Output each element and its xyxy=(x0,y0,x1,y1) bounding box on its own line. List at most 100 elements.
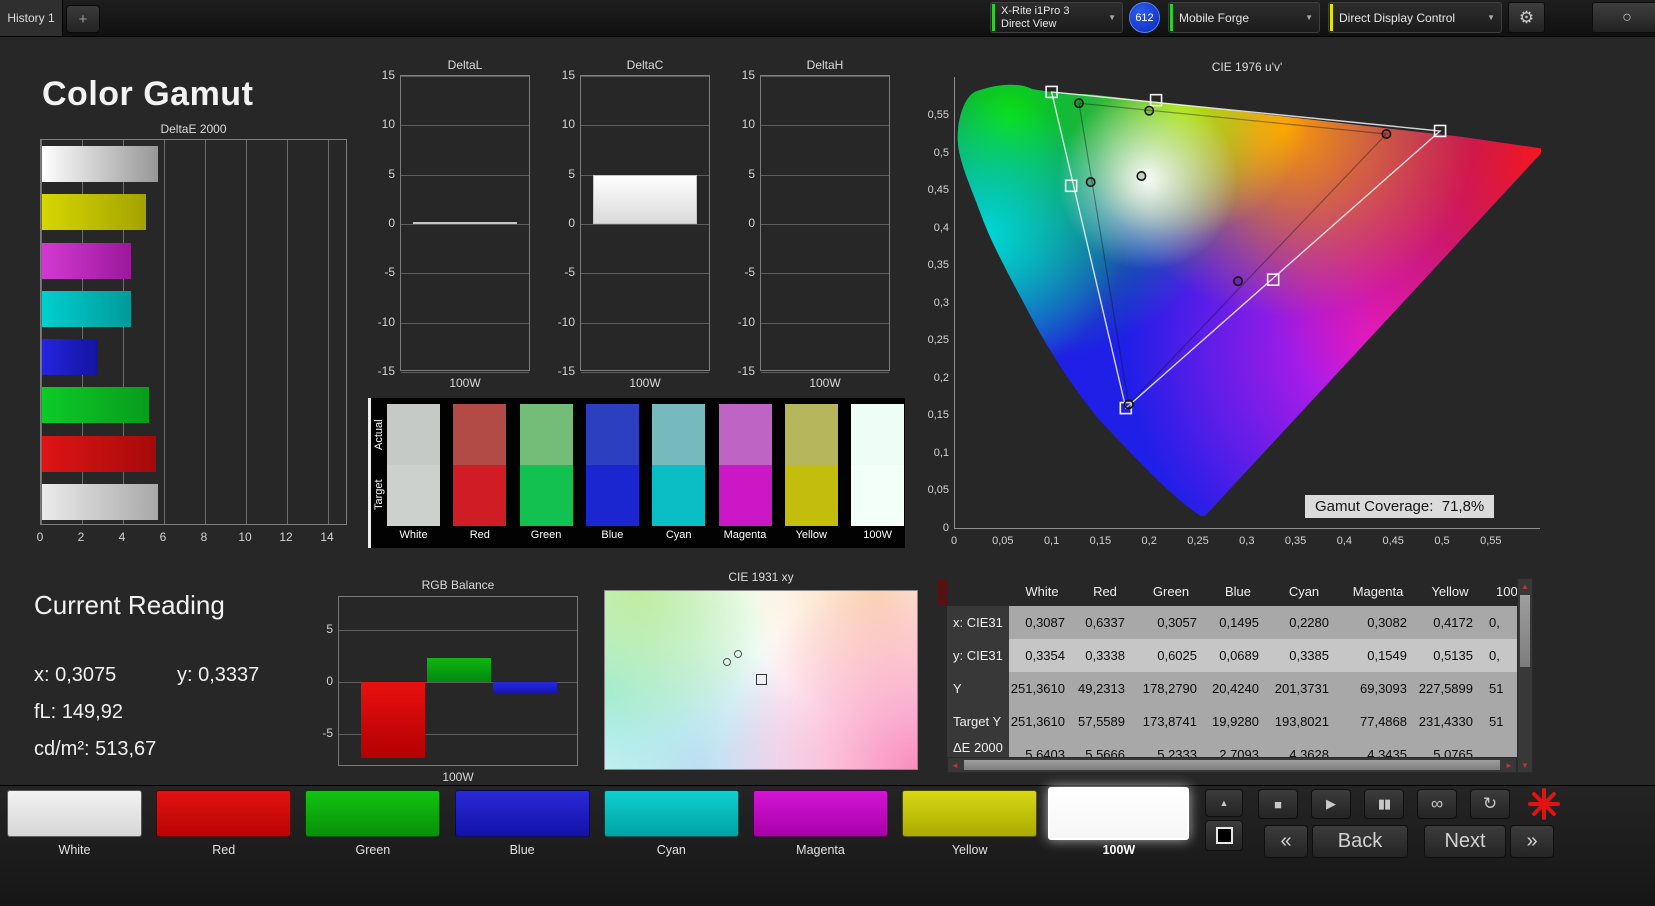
deltaH-axis-tick: 5 xyxy=(748,166,755,181)
fl-value: 149,92 xyxy=(61,701,123,723)
deltaL-axis-tick: 10 xyxy=(381,117,395,132)
table-header-cell xyxy=(947,578,1009,606)
patch-button-green[interactable]: Green xyxy=(298,786,447,864)
patch-button-white[interactable]: White xyxy=(0,786,149,864)
table-row[interactable]: Target Y 251,3610 57,5589 173,8741 19,9280 19… xyxy=(947,705,1517,738)
horizontal-scroll-thumb[interactable] xyxy=(964,760,1500,770)
table-row-label: Y xyxy=(947,672,1009,705)
table-row-label: y: CIE31 xyxy=(947,639,1009,672)
patch-button-100w[interactable]: 100W xyxy=(1044,786,1193,864)
cie1976-y-tick: 0,25 xyxy=(927,334,949,347)
patch-button-blue[interactable]: Blue xyxy=(448,786,597,864)
next-button[interactable]: Next xyxy=(1424,825,1506,858)
table-cell: 251,3610 xyxy=(1010,681,1065,696)
table-cell: 51 xyxy=(1489,681,1504,696)
cie1976-y-tick: 0,3 xyxy=(933,296,949,309)
current-reading-panel: Current Reading x: 0,3075 y: 0,3337 fL: … xyxy=(34,590,334,780)
deltaH-plot-area xyxy=(760,75,890,373)
cie1976-y-tick: 0,4 xyxy=(933,221,949,234)
table-header-cell: Blue xyxy=(1224,584,1252,599)
chart-title: DeltaE 2000 xyxy=(160,122,227,136)
table-cell: 0,5135 xyxy=(1433,648,1473,663)
deltaL-gridline xyxy=(401,224,529,225)
first-page-button[interactable]: « xyxy=(1264,825,1308,858)
deltaC-plot-area xyxy=(580,75,710,373)
source-dropdown[interactable]: Mobile Forge ▼ xyxy=(1168,2,1320,33)
patch-window-button[interactable] xyxy=(1205,820,1243,851)
table-cell: 0,0689 xyxy=(1219,648,1259,663)
table-row[interactable]: y: CIE31 0,3354 0,3338 0,6025 0,0689 0,3385 0,… xyxy=(947,639,1517,672)
meter-mode: Direct View xyxy=(1001,17,1057,30)
loop-button[interactable]: ∞ xyxy=(1417,789,1457,819)
pause-button[interactable]: ▮▮ xyxy=(1364,789,1404,819)
rgb-gridline xyxy=(339,630,577,631)
table-cell: 5,0765 xyxy=(1433,747,1473,757)
session-button[interactable]: ○ xyxy=(1592,2,1655,33)
patch-button-magenta[interactable]: Magenta xyxy=(746,786,895,864)
cie1976-y-tick: 0,1 xyxy=(933,446,949,459)
gamut-coverage-readout: Gamut Coverage: 71,8% xyxy=(1305,495,1495,518)
deltae-gridline xyxy=(205,140,206,524)
red-asterisk-icon[interactable] xyxy=(1526,786,1562,822)
refresh-button[interactable]: ↻ xyxy=(1470,789,1510,819)
deltaC-gridline xyxy=(581,76,709,77)
deltaL-gridline xyxy=(401,372,529,373)
table-row-label: ΔE 2000 xyxy=(947,738,1009,757)
color-patch xyxy=(7,790,142,837)
patch-button-yellow[interactable]: Yellow xyxy=(895,786,1044,864)
table-cell: 5,2333 xyxy=(1157,747,1197,757)
deltaC-axis-tick: 5 xyxy=(568,166,575,181)
rgb-balance-plot-area xyxy=(338,596,578,766)
patch-label: Cyan xyxy=(656,843,686,857)
deltaL-axis-tick: 0 xyxy=(388,216,395,230)
vertical-scroll-thumb[interactable] xyxy=(1520,595,1530,667)
reading-fl: fL: 149,92 xyxy=(34,701,123,724)
play-button[interactable]: ▶ xyxy=(1311,789,1351,819)
deltaH-axis-tick: 10 xyxy=(741,117,755,132)
swatch-label: Red xyxy=(469,529,490,541)
table-row[interactable]: ΔE 2000 5,6403 5,5666 5,2333 2,7093 4,3628 4,3… xyxy=(947,738,1517,757)
actual-row-label: Actual xyxy=(373,419,385,451)
table-row[interactable]: Y 251,3610 49,2313 178,2790 20,4240 201,3731 6… xyxy=(947,672,1517,705)
tab-history-1[interactable]: History 1 xyxy=(0,0,63,36)
stop-button[interactable]: ■ xyxy=(1258,789,1298,819)
deltae-axis-tick: 10 xyxy=(238,530,252,544)
scroll-right-arrow[interactable]: ► xyxy=(1502,758,1516,772)
table-horizontal-scrollbar[interactable]: ◄ ► xyxy=(947,757,1517,773)
meter-dropdown[interactable]: X-Rite i1Pro 3 Direct View ▼ xyxy=(990,2,1123,33)
cie1976-y-tick: 0,15 xyxy=(927,409,949,422)
patch-button-red[interactable]: Red xyxy=(149,786,298,864)
chart-deltaH: DeltaH 100W 15 10 5 0 -5 -10 -15 xyxy=(728,58,892,392)
scroll-left-arrow[interactable]: ◄ xyxy=(948,758,962,772)
table-cell: 0,3057 xyxy=(1157,615,1197,630)
new-tab-button[interactable]: + xyxy=(66,5,100,33)
scroll-up-arrow[interactable]: ▲ xyxy=(1518,579,1532,593)
table-vertical-scrollbar[interactable]: ▲ ▼ xyxy=(1517,578,1533,773)
reading-y: y: 0,3337 xyxy=(177,664,259,687)
back-button[interactable]: Back xyxy=(1312,825,1408,858)
reading-x: x: 0,3075 xyxy=(34,664,116,687)
deltaL-gridline xyxy=(401,174,529,176)
table-cell: 0,3082 xyxy=(1367,615,1407,630)
deltaC-gridline xyxy=(581,125,709,127)
swatch-label: Blue xyxy=(601,529,624,541)
deltae-axis-tick: 8 xyxy=(200,530,208,544)
color-patch xyxy=(1048,787,1190,840)
play-icon: ▶ xyxy=(1326,796,1336,811)
swatch-column-blue: Blue xyxy=(585,404,639,541)
collapse-panel-button[interactable]: ▲ xyxy=(1205,789,1243,817)
table-row[interactable]: x: CIE31 0,3087 0,6337 0,3057 0,1495 0,2280 0,… xyxy=(947,606,1517,639)
rgb-axis-tick: 5 xyxy=(326,622,333,636)
deltaL-axis-tick: -10 xyxy=(377,314,395,329)
deltaC-axis-tick: 15 xyxy=(561,68,575,82)
scroll-down-arrow[interactable]: ▼ xyxy=(1518,758,1532,772)
settings-button[interactable]: ⚙ xyxy=(1508,2,1545,33)
last-page-button[interactable]: » xyxy=(1510,825,1554,858)
cie1976-y-tick: 0,45 xyxy=(927,184,949,197)
deltaL-category-label: 100W xyxy=(449,376,481,390)
color-patch xyxy=(305,790,441,837)
table-header-cell: Cyan xyxy=(1288,584,1320,599)
patch-button-cyan[interactable]: Cyan xyxy=(597,786,746,864)
deltaH-category-label: 100W xyxy=(809,376,841,390)
display-control-dropdown[interactable]: Direct Display Control ▼ xyxy=(1328,2,1502,33)
